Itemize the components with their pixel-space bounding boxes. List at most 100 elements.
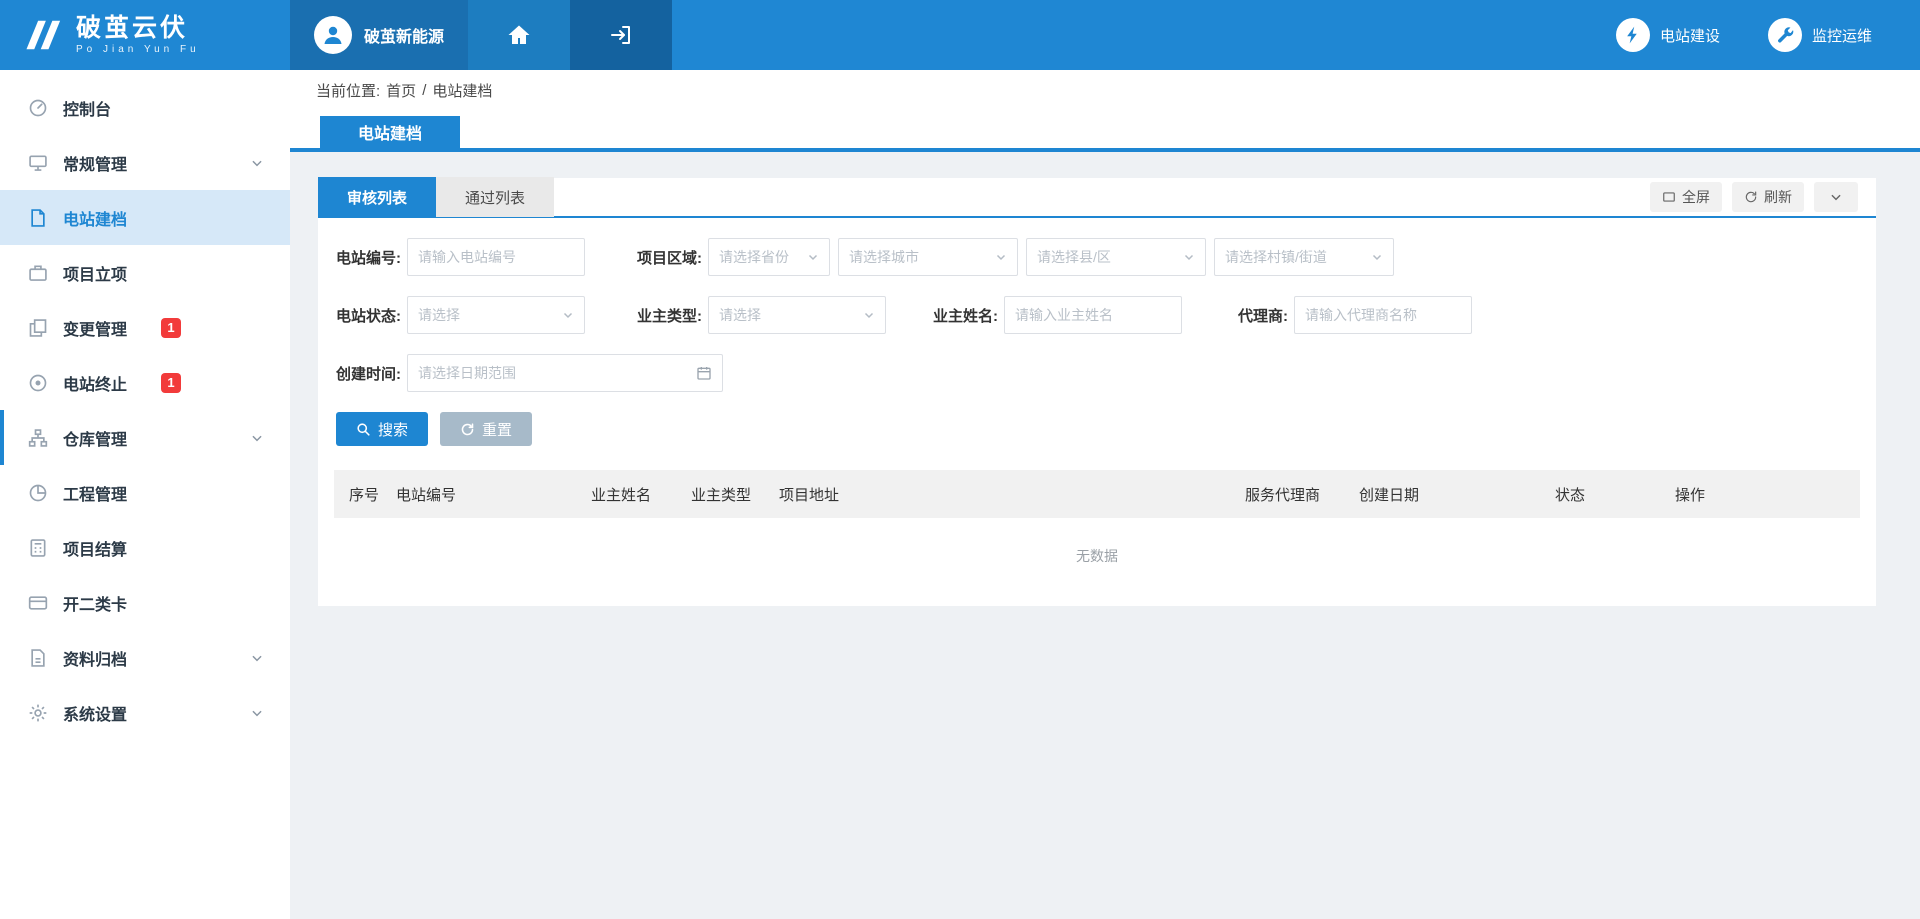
- town-select[interactable]: 请选择村镇/街道: [1214, 238, 1394, 276]
- province-select[interactable]: 请选择省份: [708, 238, 830, 276]
- id-card-icon: [28, 593, 48, 613]
- avatar: [314, 16, 352, 54]
- calculator-icon: [28, 538, 48, 558]
- tab-station-filing[interactable]: 电站建档: [320, 116, 460, 148]
- change-management-badge: 1: [161, 318, 181, 338]
- station-status-select[interactable]: 请选择: [407, 296, 585, 334]
- document-icon: [28, 208, 48, 228]
- sidebar-item-project-settlement[interactable]: 项目结算: [0, 520, 290, 575]
- county-select[interactable]: 请选择县/区: [1026, 238, 1206, 276]
- sidebar-item-console[interactable]: 控制台: [0, 80, 290, 135]
- table-header-row: 序号 电站编号 业主姓名 业主类型 项目地址 服务代理商 创建日期 状态 操作: [334, 470, 1860, 518]
- sidebar-item-label: 变更管理: [63, 316, 127, 340]
- logout-button[interactable]: [570, 0, 672, 70]
- tab-review-list[interactable]: 审核列表: [318, 177, 436, 217]
- stop-circle-icon: [28, 373, 48, 393]
- sidebar-item-label: 仓库管理: [63, 426, 127, 450]
- sidebar-item-label: 系统设置: [63, 701, 127, 725]
- column-header: 电站编号: [396, 484, 591, 505]
- briefcase-icon: [28, 263, 48, 283]
- gear-icon: [28, 703, 48, 723]
- search-button-label: 搜索: [378, 419, 408, 440]
- city-select[interactable]: 请选择城市: [838, 238, 1018, 276]
- province-placeholder: 请选择省份: [719, 247, 789, 267]
- date-range-picker[interactable]: 请选择日期范围: [407, 354, 723, 392]
- sidebar-item-engineering-management[interactable]: 工程管理: [0, 465, 290, 520]
- refresh-label: 刷新: [1764, 187, 1792, 207]
- sidebar-item-second-type-card[interactable]: 开二类卡: [0, 575, 290, 630]
- sitemap-icon: [28, 428, 48, 448]
- fullscreen-button[interactable]: 全屏: [1650, 182, 1722, 212]
- sidebar-item-project-initiation[interactable]: 项目立项: [0, 245, 290, 300]
- reset-button[interactable]: 重置: [440, 412, 532, 446]
- county-placeholder: 请选择县/区: [1037, 247, 1111, 267]
- reset-icon: [460, 422, 475, 437]
- chevron-down-icon: [250, 706, 264, 720]
- app-logo: 破茧云伏 Po Jian Yun Fu: [0, 0, 290, 70]
- column-header: 项目地址: [779, 484, 1245, 505]
- owner-name-label: 业主姓名:: [933, 305, 998, 326]
- breadcrumb-home[interactable]: 首页: [386, 80, 416, 101]
- monitor-icon: [28, 153, 48, 173]
- breadcrumb-current: 电站建档: [432, 80, 492, 101]
- column-header: 状态: [1555, 484, 1675, 505]
- nav-monitor-ops[interactable]: 监控运维: [1768, 18, 1872, 52]
- sidebar-item-label: 项目结算: [63, 536, 127, 560]
- nav-station-build-label: 电站建设: [1660, 25, 1720, 46]
- results-table: 序号 电站编号 业主姓名 业主类型 项目地址 服务代理商 创建日期 状态 操作 …: [318, 450, 1876, 572]
- town-placeholder: 请选择村镇/街道: [1225, 247, 1327, 267]
- home-button[interactable]: [468, 0, 570, 70]
- reset-button-label: 重置: [482, 419, 512, 440]
- user-menu[interactable]: 破茧新能源: [290, 0, 468, 70]
- collapse-panel-button[interactable]: [1814, 182, 1858, 212]
- breadcrumb: 当前位置: 首页 / 电站建档: [290, 70, 1920, 110]
- sidebar-item-label: 项目立项: [63, 261, 127, 285]
- search-form: 电站编号: 项目区域: 请选择省份 请选择城市 请选择县/区: [318, 218, 1876, 392]
- sidebar-item-label: 电站终止: [63, 371, 127, 395]
- refresh-button[interactable]: 刷新: [1732, 182, 1804, 212]
- refresh-icon: [1744, 190, 1758, 204]
- agent-input[interactable]: [1294, 296, 1472, 334]
- sidebar-item-system-settings[interactable]: 系统设置: [0, 685, 290, 740]
- app-subtitle: Po Jian Yun Fu: [76, 44, 200, 55]
- sidebar-item-label: 常规管理: [63, 151, 127, 175]
- city-placeholder: 请选择城市: [849, 247, 919, 267]
- search-button[interactable]: 搜索: [336, 412, 428, 446]
- logout-icon: [609, 23, 633, 47]
- station-status-label: 电站状态:: [336, 305, 401, 326]
- sidebar-item-general-management[interactable]: 常规管理: [0, 135, 290, 190]
- fullscreen-label: 全屏: [1682, 187, 1710, 207]
- app-title: 破茧云伏: [76, 15, 200, 43]
- column-header: 操作: [1675, 484, 1860, 505]
- station-no-input[interactable]: [407, 238, 585, 276]
- tab-passed-list[interactable]: 通过列表: [436, 177, 554, 217]
- sidebar-item-data-archive[interactable]: 资料归档: [0, 630, 290, 685]
- sidebar-item-warehouse-management[interactable]: 仓库管理: [0, 410, 290, 465]
- chevron-down-icon: [250, 651, 264, 665]
- owner-name-input[interactable]: [1004, 296, 1182, 334]
- sidebar-item-change-management[interactable]: 变更管理 1: [0, 300, 290, 355]
- agent-label: 代理商:: [1238, 305, 1288, 326]
- owner-type-select[interactable]: 请选择: [708, 296, 886, 334]
- sidebar: 控制台 常规管理 电站建档 项目立项 变更管理 1: [0, 70, 290, 919]
- column-header: 业主姓名: [591, 484, 691, 505]
- date-range-placeholder: 请选择日期范围: [418, 363, 516, 383]
- sidebar-item-label: 电站建档: [63, 206, 127, 230]
- nav-station-build[interactable]: 电站建设: [1616, 18, 1720, 52]
- sidebar-item-label: 控制台: [63, 96, 111, 120]
- main-content: 当前位置: 首页 / 电站建档 电站建档 审核列表 通过列表 全屏 刷新: [290, 70, 1920, 919]
- create-time-label: 创建时间:: [336, 363, 401, 384]
- sidebar-item-station-filing[interactable]: 电站建档: [0, 190, 290, 245]
- breadcrumb-prefix: 当前位置:: [316, 80, 380, 101]
- sidebar-item-station-termination[interactable]: 电站终止 1: [0, 355, 290, 410]
- chevron-down-icon: [863, 309, 875, 321]
- form-buttons: 搜索 重置: [318, 412, 1876, 450]
- breadcrumb-separator: /: [422, 82, 426, 99]
- search-icon: [356, 422, 371, 437]
- sidebar-item-label: 开二类卡: [63, 591, 127, 615]
- station-no-label: 电站编号:: [336, 247, 401, 268]
- home-icon: [507, 23, 531, 47]
- logo-icon: [20, 18, 64, 52]
- owner-type-placeholder: 请选择: [719, 305, 761, 325]
- column-header: 序号: [334, 484, 396, 505]
